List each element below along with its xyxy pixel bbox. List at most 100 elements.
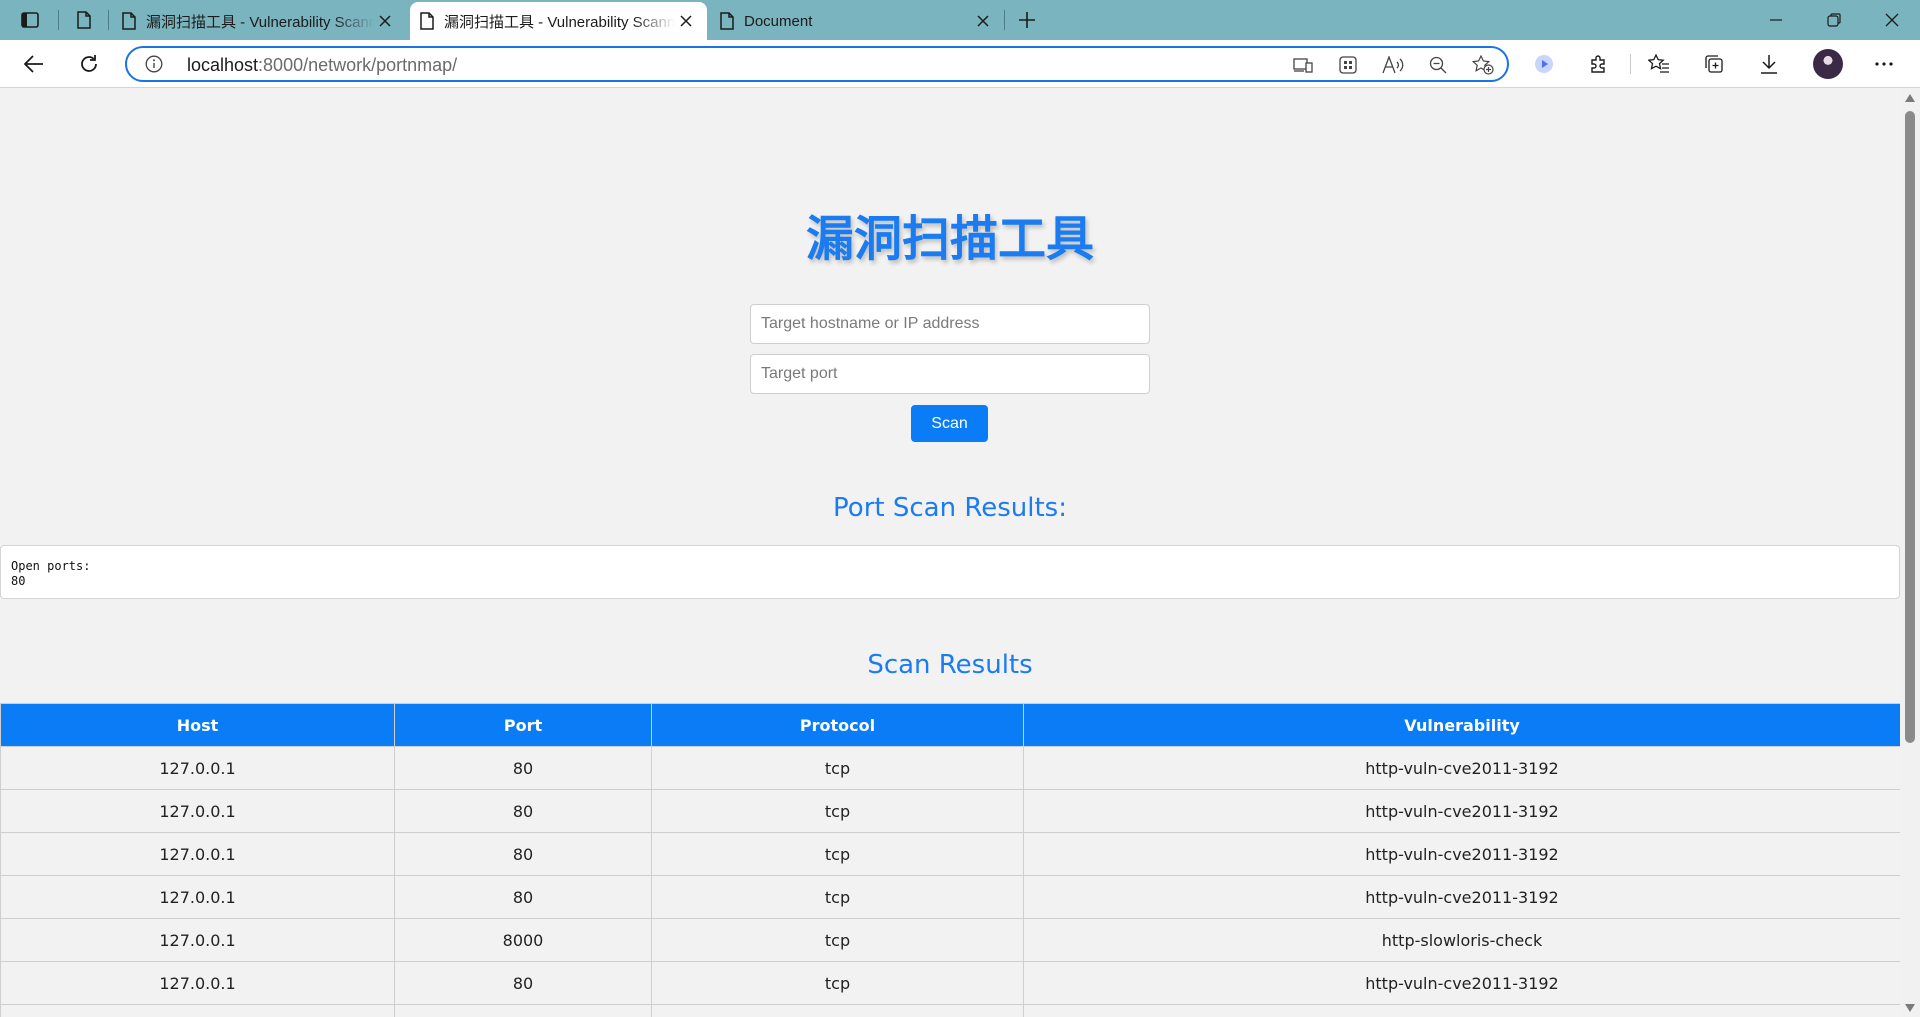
cell-host: 127.0.0.1 bbox=[0, 875, 395, 919]
cell-host: 127.0.0.1 bbox=[0, 789, 395, 833]
tab-separator bbox=[58, 10, 59, 30]
target-port-input[interactable] bbox=[750, 354, 1150, 394]
url-text[interactable]: localhost:8000/network/portnmap/ bbox=[187, 55, 457, 76]
favorites-button[interactable] bbox=[1641, 46, 1677, 82]
column-header-vulnerability: Vulnerability bbox=[1023, 703, 1900, 747]
tab-title: Document bbox=[744, 12, 813, 30]
favorites-icon bbox=[1648, 54, 1669, 73]
copilot-button[interactable] bbox=[1526, 46, 1562, 82]
table-row: 127.0.0.1 80 tcp http-vuln-cve2011-3192 bbox=[0, 832, 1900, 876]
add-favorite-icon[interactable] bbox=[1469, 52, 1497, 78]
table-row: 127.0.0.1 80 tcp http-vuln-cve2011-3192 bbox=[0, 961, 1900, 1005]
tab-document[interactable]: Document bbox=[710, 2, 1004, 40]
column-header-protocol: Protocol bbox=[651, 703, 1024, 747]
url-host: localhost bbox=[187, 55, 259, 75]
column-header-host: Host bbox=[0, 703, 395, 747]
cell-protocol: tcp bbox=[651, 918, 1024, 962]
scan-results-heading: Scan Results bbox=[0, 650, 1900, 680]
collections-button[interactable] bbox=[1696, 46, 1732, 82]
restore-icon bbox=[1827, 13, 1841, 27]
refresh-icon bbox=[81, 55, 97, 72]
cell-vulnerability: http-vuln-cve2011-3192 bbox=[1023, 832, 1900, 876]
tab-title: 漏洞扫描工具 - Vulnerability Scanner bbox=[146, 13, 374, 31]
collections-icon bbox=[1705, 55, 1723, 73]
table-row: 127.0.0.1 80 tcp http-vuln-cve2011-3192 bbox=[0, 789, 1900, 833]
settings-more-button[interactable] bbox=[1866, 46, 1902, 82]
device-cast-icon[interactable] bbox=[1289, 52, 1317, 78]
cell-protocol: tcp bbox=[651, 789, 1024, 833]
minimize-button[interactable] bbox=[1748, 0, 1804, 40]
scan-button[interactable]: Scan bbox=[911, 405, 988, 442]
target-host-input[interactable] bbox=[750, 304, 1150, 344]
cell-protocol: tcp bbox=[651, 746, 1024, 790]
tab-separator bbox=[1004, 10, 1005, 30]
toolbar-separator bbox=[1630, 54, 1631, 74]
table-row: 127.0.0.1 8000 tcp http-slowloris-check bbox=[0, 918, 1900, 962]
port-scan-results-heading: Port Scan Results: bbox=[0, 493, 1900, 523]
cell-port: 80 bbox=[394, 875, 652, 919]
page-title: 漏洞扫描工具 bbox=[805, 211, 1094, 267]
extensions-button[interactable] bbox=[1581, 46, 1617, 82]
cell-vulnerability: http-vuln-cve2011-3192 bbox=[1023, 961, 1900, 1005]
refresh-button[interactable] bbox=[71, 46, 107, 82]
close-tab-icon[interactable] bbox=[374, 10, 396, 32]
cell-vulnerability: http-vuln-cve2011-3192 bbox=[1023, 875, 1900, 919]
site-info-icon[interactable] bbox=[145, 55, 163, 73]
cell-port: 80 bbox=[394, 789, 652, 833]
port-scan-results-heading-text: Port Scan Results: bbox=[833, 493, 1067, 523]
scrollbar-thumb[interactable] bbox=[1905, 111, 1915, 743]
page-icon bbox=[122, 12, 136, 30]
table-row: 127.0.0.1 80 tcp http-vuln-cve2011-3192 bbox=[0, 875, 1900, 919]
cell-port bbox=[394, 1004, 652, 1017]
pinned-page-icon[interactable] bbox=[70, 6, 98, 34]
cell-port: 80 bbox=[394, 961, 652, 1005]
tab-actions-icon[interactable] bbox=[16, 6, 44, 34]
copilot-icon bbox=[1535, 55, 1553, 73]
tab-vulnerability-scanner-1[interactable]: 漏洞扫描工具 - Vulnerability Scanner bbox=[112, 2, 406, 40]
profile-avatar[interactable] bbox=[1813, 49, 1843, 79]
cell-protocol: tcp bbox=[651, 961, 1024, 1005]
page-scrollbar[interactable] bbox=[1900, 89, 1920, 1017]
minimize-icon bbox=[1770, 19, 1782, 21]
table-header-row: Host Port Protocol Vulnerability bbox=[0, 703, 1900, 747]
more-dots-icon bbox=[1875, 62, 1893, 66]
back-button[interactable] bbox=[16, 46, 52, 82]
column-header-port: Port bbox=[394, 703, 652, 747]
scroll-down-arrow-icon[interactable] bbox=[1904, 1003, 1916, 1013]
new-tab-button[interactable] bbox=[1010, 6, 1044, 34]
table-row: 127.0.0.1 80 tcp http-vuln-cve2011-3192 bbox=[0, 746, 1900, 790]
zoom-out-icon[interactable] bbox=[1424, 52, 1452, 78]
close-icon bbox=[1885, 13, 1899, 27]
cell-vulnerability: http-slowloris-check bbox=[1023, 918, 1900, 962]
apps-grid-icon[interactable] bbox=[1334, 52, 1362, 78]
tab-vulnerability-scanner-2[interactable]: 漏洞扫描工具 - Vulnerability Scanner bbox=[410, 2, 707, 40]
tab-separator bbox=[108, 10, 109, 30]
cell-protocol: tcp bbox=[651, 875, 1024, 919]
scroll-up-arrow-icon[interactable] bbox=[1904, 93, 1916, 103]
scan-results-heading-text: Scan Results bbox=[867, 650, 1033, 680]
tab-title: 漏洞扫描工具 - Vulnerability Scanner bbox=[444, 13, 675, 31]
close-tab-icon[interactable] bbox=[972, 10, 994, 32]
cell-vulnerability bbox=[1023, 1004, 1900, 1017]
close-window-button[interactable] bbox=[1864, 0, 1920, 40]
close-tab-icon[interactable] bbox=[675, 10, 697, 32]
cell-host bbox=[0, 1004, 395, 1017]
cell-host: 127.0.0.1 bbox=[0, 832, 395, 876]
page-icon bbox=[420, 12, 434, 30]
browser-toolbar: localhost:8000/network/portnmap/ bbox=[0, 40, 1920, 88]
puzzle-icon bbox=[1591, 55, 1605, 73]
cell-vulnerability: http-vuln-cve2011-3192 bbox=[1023, 746, 1900, 790]
cell-port: 80 bbox=[394, 746, 652, 790]
cell-host: 127.0.0.1 bbox=[0, 746, 395, 790]
cell-port: 8000 bbox=[394, 918, 652, 962]
port-scan-output: Open ports: 80 bbox=[0, 545, 1900, 599]
restore-button[interactable] bbox=[1806, 0, 1862, 40]
cell-protocol bbox=[651, 1004, 1024, 1017]
scan-results-table: Host Port Protocol Vulnerability 127.0.0… bbox=[0, 703, 1900, 1017]
downloads-button[interactable] bbox=[1751, 46, 1787, 82]
cell-host: 127.0.0.1 bbox=[0, 918, 395, 962]
download-icon bbox=[1761, 55, 1777, 74]
cell-vulnerability: http-vuln-cve2011-3192 bbox=[1023, 789, 1900, 833]
read-aloud-icon[interactable] bbox=[1379, 52, 1407, 78]
address-bar[interactable]: localhost:8000/network/portnmap/ bbox=[125, 46, 1509, 82]
